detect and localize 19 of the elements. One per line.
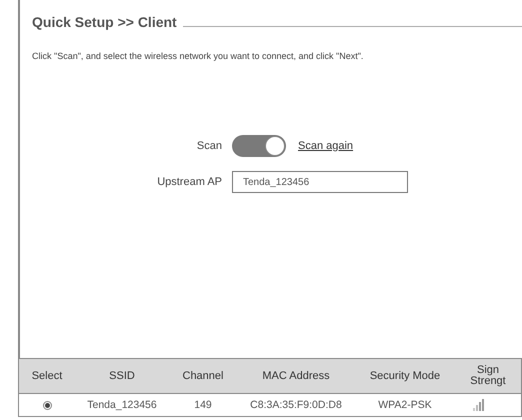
instructions: Click "Scan", and select the wireless network you want to connect, and click "Next".: [32, 50, 364, 63]
signal-icon: [473, 399, 485, 411]
upstream-ap-field[interactable]: Tenda_123456: [232, 171, 408, 193]
scan-label: Scan: [196, 140, 222, 152]
table-cell: 149: [194, 399, 212, 411]
table-cell: C8:3A:35:F9:0D:D8: [250, 399, 342, 411]
page-title: Quick Setup >> Client: [32, 14, 177, 30]
select-radio[interactable]: [42, 400, 52, 410]
column-header: Sign Strengt: [469, 363, 507, 389]
column-header: Security Mode: [368, 368, 442, 384]
scan-toggle[interactable]: [232, 135, 286, 157]
table-cell: Tenda_123456: [87, 399, 157, 411]
table-cell: WPA2-PSK: [378, 399, 432, 411]
column-header: SSID: [108, 368, 136, 384]
column-header: Select: [30, 368, 64, 384]
scan-again-link[interactable]: Scan again: [298, 140, 354, 152]
column-header: Channel: [182, 368, 224, 384]
upstream-ap-label: Upstream AP: [156, 176, 222, 188]
column-header: MAC Address: [261, 368, 331, 384]
